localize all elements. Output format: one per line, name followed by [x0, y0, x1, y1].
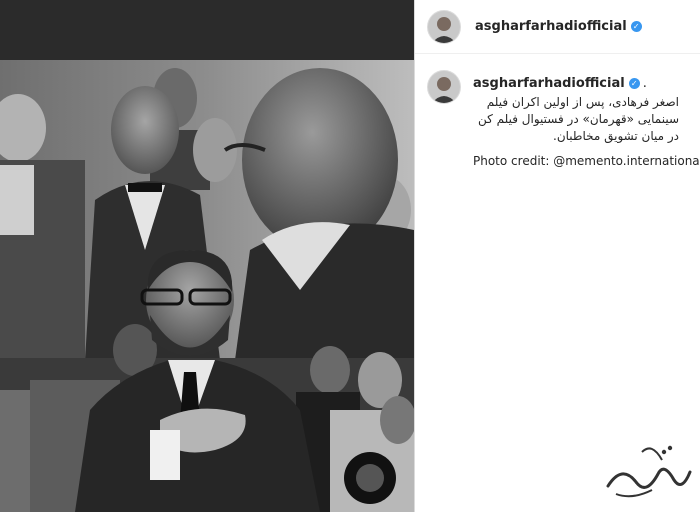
post-photo[interactable] — [0, 0, 414, 512]
post-sidebar: asgharfarhadiofficial ✓ asgharfarhadioffi… — [414, 0, 700, 512]
header-username-link[interactable]: asgharfarhadiofficial ✓ — [475, 19, 642, 34]
photo-credit: Photo credit: @memento.international — [473, 154, 700, 168]
verified-badge-icon: ✓ — [630, 21, 642, 32]
avatar[interactable] — [427, 9, 461, 44]
caption-line: در میان تشویق مخاطبان. — [553, 129, 679, 143]
caption-username-link[interactable]: asgharfarhadiofficial ✓. — [473, 76, 647, 91]
post-caption: اصغر فرهادی، پس از اولین اکران فیلم سینم… — [427, 94, 679, 145]
avatar-image — [428, 10, 460, 43]
caption-username[interactable]: asgharfarhadiofficial — [473, 76, 625, 91]
post-image — [0, 0, 414, 512]
caption-line: سینمایی «قهرمان» در فستیوال فیلم کن — [477, 112, 679, 126]
caption-separator: . — [642, 76, 647, 91]
post-header: asgharfarhadiofficial ✓ — [415, 0, 700, 54]
watermark-logo — [606, 445, 692, 498]
caption-line: اصغر فرهادی، پس از اولین اکران فیلم — [486, 95, 679, 109]
header-username[interactable]: asgharfarhadiofficial — [475, 19, 627, 34]
verified-badge-icon: ✓ — [628, 78, 640, 89]
